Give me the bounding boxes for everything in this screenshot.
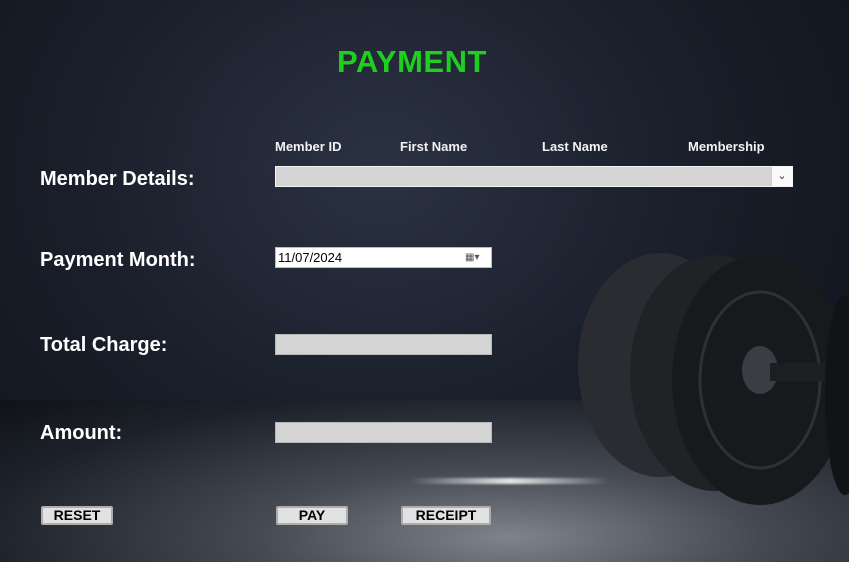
column-header-member-id: Member ID bbox=[275, 139, 342, 154]
payment-month-value: 11/07/2024 bbox=[278, 250, 343, 265]
total-charge-field[interactable] bbox=[275, 334, 492, 355]
column-header-first-name: First Name bbox=[400, 139, 468, 154]
amount-field[interactable] bbox=[275, 422, 492, 443]
reset-button[interactable]: RESET bbox=[41, 506, 113, 525]
receipt-button[interactable]: RECEIPT bbox=[401, 506, 491, 525]
calendar-dropdown-icon[interactable]: ▦▾ bbox=[465, 251, 487, 264]
pay-button[interactable]: PAY bbox=[276, 506, 348, 525]
amount-label: Amount: bbox=[40, 422, 123, 444]
member-details-label: Member Details: bbox=[40, 168, 195, 190]
payment-month-label: Payment Month: bbox=[40, 249, 196, 271]
dumbbell-image bbox=[578, 253, 849, 505]
chevron-down-icon[interactable]: ⌄ bbox=[771, 167, 792, 186]
total-charge-label: Total Charge: bbox=[40, 334, 168, 356]
payment-month-datepicker[interactable]: 11/07/2024 ▦▾ bbox=[275, 247, 492, 268]
column-header-last-name: Last Name bbox=[542, 139, 608, 154]
column-header-membership: Membership bbox=[688, 139, 765, 154]
page-title: PAYMENT bbox=[337, 44, 487, 79]
member-details-combobox[interactable]: ⌄ bbox=[275, 166, 793, 187]
